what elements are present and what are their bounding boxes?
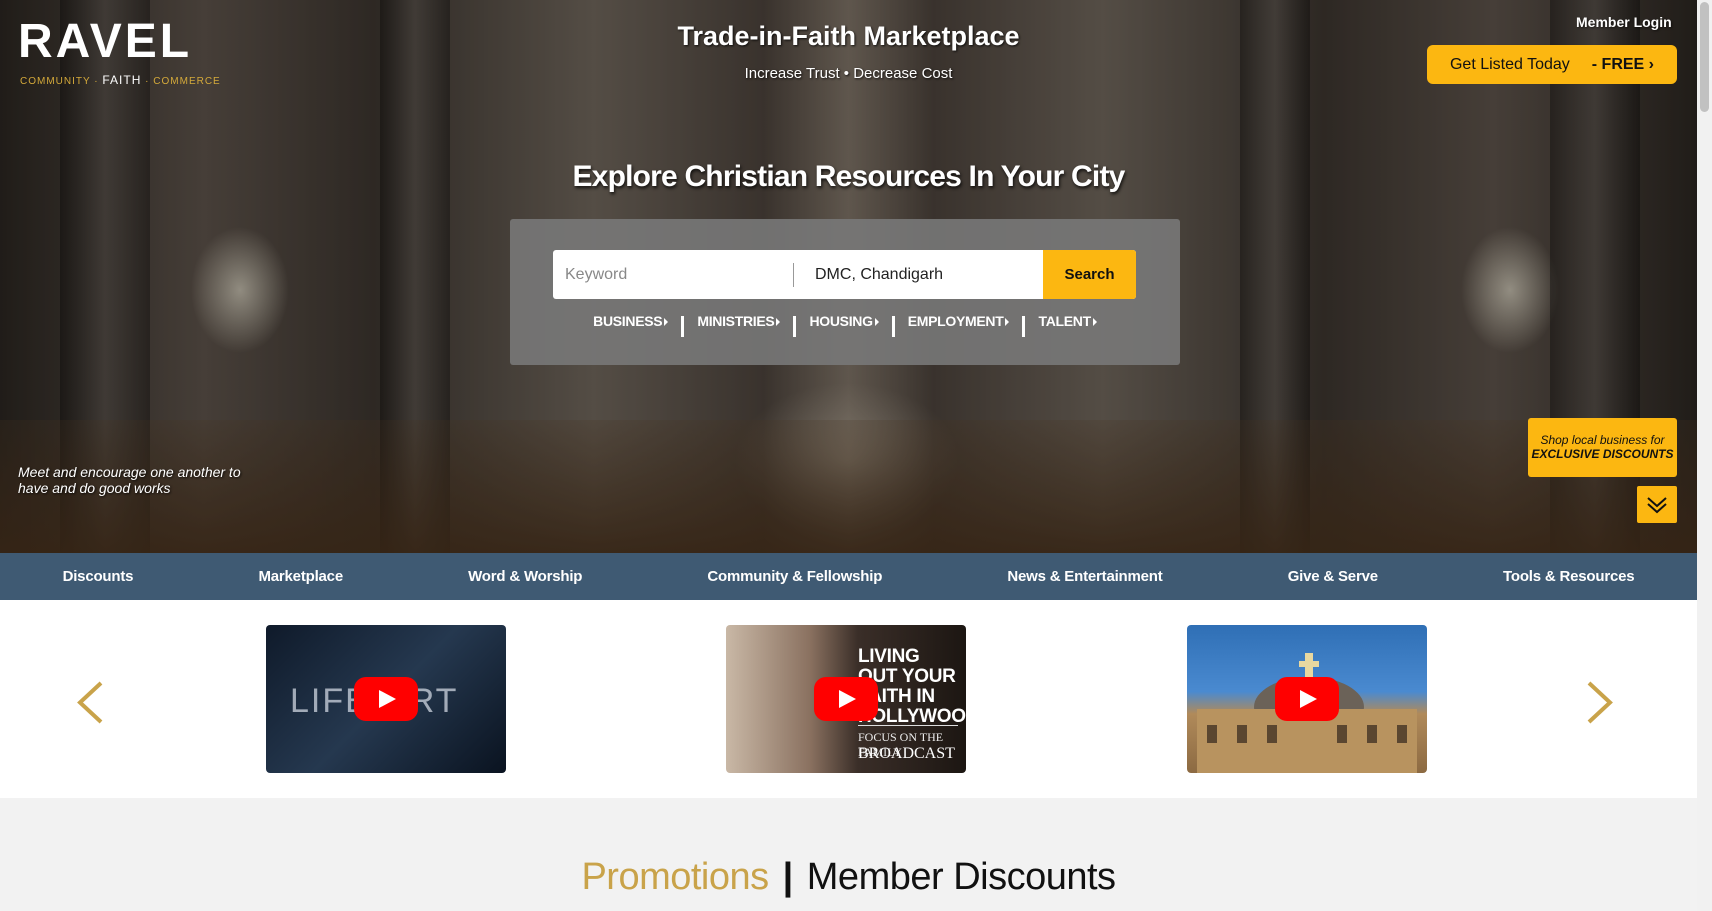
category-ministries[interactable]: MINISTRIES bbox=[684, 313, 793, 329]
chevron-left-icon bbox=[77, 681, 103, 724]
hero-section: RAVEL COMMUNITY · FAITH · COMMERCE Trade… bbox=[0, 0, 1697, 553]
video-2-show: BROADCAST bbox=[858, 745, 955, 762]
video-carousel: LIFE ORT LIVING OUT YOUR FAITH IN HOLLYW… bbox=[0, 600, 1697, 798]
search-row: Search bbox=[553, 250, 1136, 299]
carousel-prev-button[interactable] bbox=[75, 680, 105, 725]
double-chevron-down-icon bbox=[1647, 496, 1667, 513]
location-input[interactable] bbox=[803, 250, 1027, 299]
video-thumbnail-2[interactable]: LIVING OUT YOUR FAITH IN HOLLYWOOD FOCUS… bbox=[726, 625, 966, 773]
category-label: EMPLOYMENT bbox=[907, 313, 1004, 329]
category-label: MINISTRIES bbox=[697, 313, 775, 329]
nav-community-fellowship[interactable]: Community & Fellowship bbox=[707, 568, 882, 585]
nav-tools-resources[interactable]: Tools & Resources bbox=[1503, 568, 1635, 585]
search-divider bbox=[793, 263, 794, 287]
promotions-section: Promotions | Member Discounts bbox=[0, 798, 1697, 911]
search-button[interactable]: Search bbox=[1043, 250, 1136, 299]
promotions-tab[interactable]: Promotions bbox=[581, 856, 769, 898]
youtube-play-icon bbox=[354, 677, 418, 721]
caret-right-icon bbox=[664, 318, 669, 327]
get-listed-label: Get Listed Today bbox=[1449, 55, 1570, 73]
nav-word-worship[interactable]: Word & Worship bbox=[468, 568, 582, 585]
nav-discounts[interactable]: Discounts bbox=[63, 568, 134, 585]
category-housing[interactable]: HOUSING bbox=[796, 313, 891, 329]
category-employment[interactable]: EMPLOYMENT bbox=[895, 313, 1023, 329]
chevron-right-icon: › bbox=[1648, 55, 1654, 73]
page-scrollbar[interactable] bbox=[1697, 0, 1712, 911]
promotions-heading: Promotions | Member Discounts bbox=[0, 856, 1697, 899]
caret-right-icon bbox=[1092, 318, 1097, 327]
get-listed-free: - FREE › bbox=[1592, 56, 1654, 74]
youtube-play-icon bbox=[814, 677, 878, 721]
video-thumbnail-3[interactable] bbox=[1187, 625, 1427, 773]
scrollbar-thumb[interactable] bbox=[1700, 2, 1709, 112]
youtube-play-icon bbox=[1275, 677, 1339, 721]
member-login-link[interactable]: Member Login bbox=[1576, 14, 1672, 30]
caret-right-icon bbox=[874, 318, 879, 327]
caret-right-icon bbox=[776, 318, 781, 327]
scroll-down-button[interactable] bbox=[1637, 486, 1677, 523]
category-links: BUSINESS MINISTRIES HOUSING EMPLOYMENT TALEN… bbox=[510, 313, 1180, 337]
search-panel: Search BUSINESS MINISTRIES HOUSING EMPLOYME… bbox=[510, 219, 1180, 365]
caret-right-icon bbox=[1005, 318, 1010, 327]
shop-local-badge[interactable]: Shop local business for EXCLUSIVE DISCOU… bbox=[1528, 418, 1677, 477]
category-label: HOUSING bbox=[809, 313, 873, 329]
hero-tagline: Meet and encourage one another to have a… bbox=[18, 464, 241, 496]
hero-heading: Explore Christian Resources In Your City bbox=[572, 160, 1125, 193]
get-listed-button[interactable]: Get Listed Today - FREE › bbox=[1427, 45, 1677, 84]
category-business[interactable]: BUSINESS bbox=[580, 313, 681, 329]
get-listed-free-text: - FREE bbox=[1591, 55, 1645, 73]
member-discounts-tab[interactable]: Member Discounts bbox=[807, 856, 1116, 898]
shop-badge-line1: Shop local business for bbox=[1540, 433, 1665, 447]
video-thumbnail-1[interactable]: LIFE ORT bbox=[266, 625, 506, 773]
keyword-input[interactable] bbox=[553, 250, 814, 299]
category-label: BUSINESS bbox=[593, 313, 663, 329]
chevron-right-icon bbox=[1587, 681, 1613, 724]
carousel-next-button[interactable] bbox=[1585, 680, 1615, 725]
page: RAVEL COMMUNITY · FAITH · COMMERCE Trade… bbox=[0, 0, 1697, 911]
nav-give-serve[interactable]: Give & Serve bbox=[1288, 568, 1378, 585]
category-label: TALENT bbox=[1038, 313, 1091, 329]
nav-marketplace[interactable]: Marketplace bbox=[258, 568, 343, 585]
promotions-separator: | bbox=[782, 856, 794, 898]
nav-news-entertainment[interactable]: News & Entertainment bbox=[1007, 568, 1162, 585]
main-nav: Discounts Marketplace Word & Worship Com… bbox=[0, 553, 1697, 600]
shop-badge-line2: EXCLUSIVE DISCOUNTS bbox=[1531, 447, 1674, 461]
category-talent[interactable]: TALENT bbox=[1025, 313, 1109, 329]
